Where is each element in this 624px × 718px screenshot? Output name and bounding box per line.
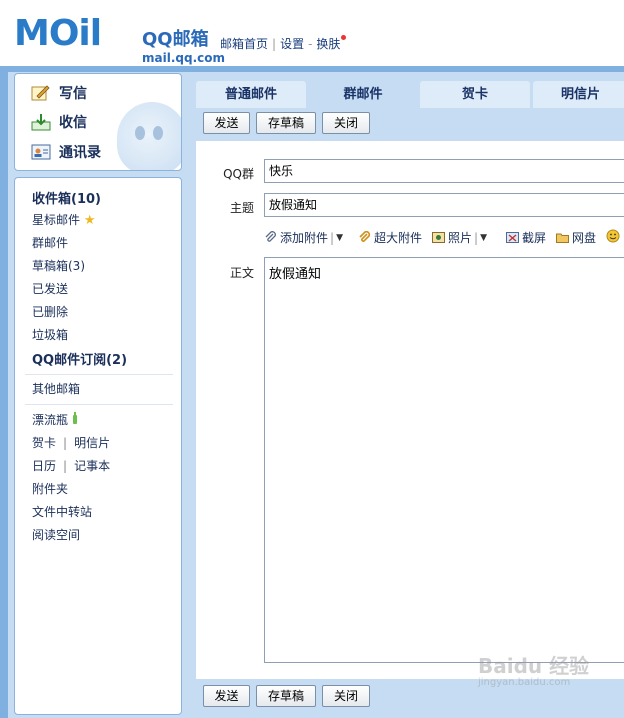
reading-space-link[interactable]: 阅读空间	[32, 526, 80, 543]
folder-starred-label: 星标邮件	[32, 213, 81, 227]
compose-tabs: 普通邮件 群邮件 贺卡 明信片	[196, 81, 624, 108]
link-separator: -	[308, 37, 313, 51]
divider	[25, 404, 173, 405]
postcard-link[interactable]: 明信片	[74, 436, 110, 450]
attachment-folder-link[interactable]: 附件夹	[32, 480, 68, 497]
folder-deleted[interactable]: 已删除	[32, 303, 68, 320]
close-button[interactable]: 关闭	[322, 112, 370, 134]
save-draft-button-bottom[interactable]: 存草稿	[256, 685, 316, 707]
add-attachment-button[interactable]: 添加附件 | ▼	[264, 229, 343, 246]
large-attachment-button[interactable]: 超大附件	[358, 229, 422, 246]
screenshot-button[interactable]: 截屏	[506, 229, 546, 246]
header-links: 邮箱首页 | 设置 - 换肤	[220, 35, 347, 52]
tab-normal-mail[interactable]: 普通邮件	[196, 81, 306, 108]
drift-bottle-link[interactable]: 漂流瓶	[32, 411, 78, 428]
subject-label: 主题	[229, 201, 254, 215]
smiley-icon	[606, 229, 620, 243]
receive-button[interactable]: 收信	[31, 110, 87, 134]
bottle-icon	[72, 412, 78, 427]
paperclip-icon	[264, 231, 277, 244]
folder-trash[interactable]: 垃圾箱	[32, 326, 68, 343]
compose-label: 写信	[59, 86, 87, 102]
divider	[25, 374, 173, 375]
calendar-row: 日历 | 记事本	[32, 457, 110, 474]
chevron-down-icon[interactable]: ▼	[480, 233, 487, 243]
dropdown-separator: |	[330, 230, 335, 245]
large-attachment-label: 超大附件	[374, 231, 423, 245]
header: MOil QQ邮箱 mail.qq.com 邮箱首页 | 设置 - 换肤	[0, 0, 624, 66]
netdisk-label: 网盘	[572, 231, 597, 245]
folder-other-mailbox[interactable]: 其他邮箱	[32, 380, 80, 397]
body-label: 正文	[229, 266, 254, 280]
calendar-link[interactable]: 日历	[32, 459, 56, 473]
photo-button[interactable]: 照片 | ▼	[432, 229, 487, 246]
folder-sent[interactable]: 已发送	[32, 280, 68, 297]
star-icon: ★	[83, 213, 96, 228]
screenshot-icon	[506, 231, 519, 244]
tab-greeting-card[interactable]: 贺卡	[420, 81, 530, 108]
folder-list: 收件箱(10) 星标邮件 ★ 群邮件 草稿箱(3) 已发送 已删除 垃圾箱 QQ…	[14, 177, 182, 715]
save-draft-button[interactable]: 存草稿	[256, 112, 316, 134]
pencil-note-icon	[31, 84, 51, 102]
contacts-button[interactable]: 通讯录	[31, 140, 101, 164]
file-transfer-link[interactable]: 文件中转站	[32, 503, 92, 520]
brand-domain: mail.qq.com	[142, 51, 225, 65]
baidu-watermark: Baidu 经验 jingyan.baidu.com	[478, 650, 624, 710]
folder-starred[interactable]: 星标邮件 ★	[32, 211, 96, 228]
screenshot-label: 截屏	[522, 231, 547, 245]
subject-input[interactable]: 放假通知	[264, 193, 624, 217]
receive-label: 收信	[59, 115, 87, 131]
send-button-bottom[interactable]: 发送	[203, 685, 250, 707]
folder-icon	[556, 231, 569, 244]
netdisk-button[interactable]: 网盘	[556, 229, 596, 246]
watermark-main: Baidu 经验	[478, 654, 590, 678]
link-separator: |	[272, 37, 277, 51]
sidebar-actions: 写信 收信 通讯录	[14, 73, 182, 171]
settings-link[interactable]: 设置	[280, 37, 304, 51]
folder-inbox[interactable]: 收件箱(10)	[32, 188, 101, 207]
tab-group-mail[interactable]: 群邮件	[309, 81, 417, 108]
group-input[interactable]: 快乐	[264, 159, 624, 183]
folder-group[interactable]: 群邮件	[32, 234, 68, 251]
contact-card-icon	[31, 143, 51, 161]
top-toolbar: 发送 存草稿 关闭	[196, 108, 624, 140]
body-editor[interactable]: 放假通知	[264, 257, 624, 663]
group-label: QQ群	[223, 167, 254, 181]
contacts-label: 通讯录	[59, 145, 101, 161]
notebook-link[interactable]: 记事本	[74, 459, 110, 473]
dropdown-separator: |	[474, 230, 479, 245]
link-separator: |	[63, 436, 68, 450]
watermark-sub: jingyan.baidu.com	[478, 677, 571, 688]
photo-icon	[432, 231, 445, 244]
penguin-mascot-icon	[117, 102, 181, 170]
drift-bottle-label: 漂流瓶	[32, 413, 69, 427]
photo-label: 照片	[448, 231, 473, 245]
mailbox-home-link[interactable]: 邮箱首页	[220, 37, 268, 51]
tab-postcard[interactable]: 明信片	[533, 81, 624, 108]
new-indicator-dot	[341, 35, 347, 40]
attachment-toolbar: 添加附件 | ▼ 超大附件 照片 | ▼ 截屏 网盘	[264, 229, 624, 249]
chevron-down-icon[interactable]: ▼	[336, 233, 343, 243]
large-clip-icon	[358, 230, 371, 244]
greeting-card-link[interactable]: 贺卡	[32, 436, 56, 450]
close-button-bottom[interactable]: 关闭	[322, 685, 370, 707]
link-separator: |	[63, 459, 68, 473]
send-button[interactable]: 发送	[203, 112, 250, 134]
card-row: 贺卡 | 明信片	[32, 434, 110, 451]
folder-subscription[interactable]: QQ邮件订阅(2)	[32, 349, 127, 368]
folder-drafts[interactable]: 草稿箱(3)	[32, 257, 85, 274]
change-skin-link[interactable]: 换肤	[316, 37, 340, 51]
add-attachment-label: 添加附件	[280, 231, 329, 245]
emoji-button[interactable]	[606, 229, 622, 243]
logo-wordmark: MOil	[14, 13, 102, 54]
compose-button[interactable]: 写信	[31, 81, 87, 105]
compose-form: QQ群 快乐 主题 放假通知 添加附件 | ▼ 超大附件 照片 | ▼ 截屏 网…	[196, 141, 624, 679]
inbox-arrow-icon	[31, 113, 51, 131]
